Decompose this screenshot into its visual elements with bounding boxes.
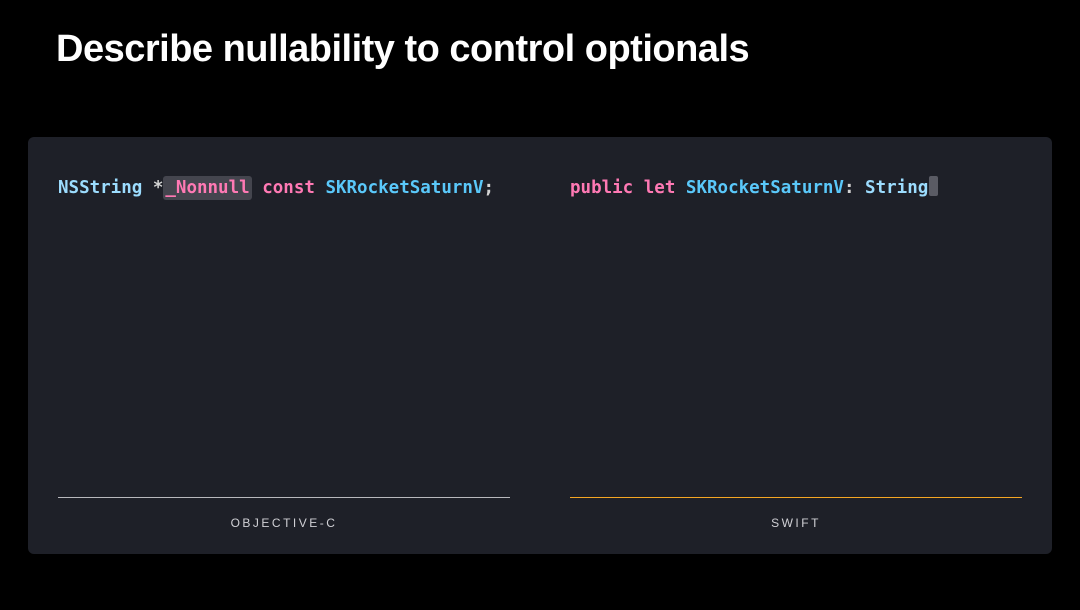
code-token-space: [315, 178, 326, 198]
code-token-identifier: SKRocketSaturnV: [325, 178, 483, 198]
code-comparison-container: NSString *_Nonnull const SKRocketSaturnV…: [28, 137, 1052, 554]
code-token-plain: *: [142, 178, 163, 198]
objc-divider-line: [58, 497, 510, 498]
code-token-keyword: const: [262, 178, 315, 198]
code-token-type: String: [865, 178, 928, 198]
swift-divider-line: [570, 497, 1022, 498]
objc-pane-footer: OBJECTIVE-C: [58, 497, 510, 530]
swift-pane-footer: SWIFT: [570, 497, 1022, 530]
code-token-space: [633, 178, 644, 198]
code-token-identifier: SKRocketSaturnV: [686, 178, 844, 198]
swift-label: SWIFT: [570, 516, 1022, 530]
code-token-keyword: let: [644, 178, 676, 198]
code-token-keyword: public: [570, 178, 633, 198]
objc-code-line: NSString *_Nonnull const SKRocketSaturnV…: [58, 175, 510, 201]
swift-code-line: public let SKRocketSaturnV: String: [570, 175, 1022, 201]
code-token-plain: :: [844, 178, 865, 198]
cursor-icon: [929, 176, 938, 196]
code-token-highlighted-keyword: _Nonnull: [163, 176, 251, 200]
code-token-space: [675, 178, 686, 198]
objc-label: OBJECTIVE-C: [58, 516, 510, 530]
code-token-type: NSString: [58, 178, 142, 198]
code-token-plain: ;: [484, 178, 495, 198]
swift-pane: public let SKRocketSaturnV: String SWIFT: [540, 137, 1052, 554]
objective-c-pane: NSString *_Nonnull const SKRocketSaturnV…: [28, 137, 540, 554]
slide-title: Describe nullability to control optional…: [0, 0, 1080, 71]
code-token-space: [252, 178, 263, 198]
